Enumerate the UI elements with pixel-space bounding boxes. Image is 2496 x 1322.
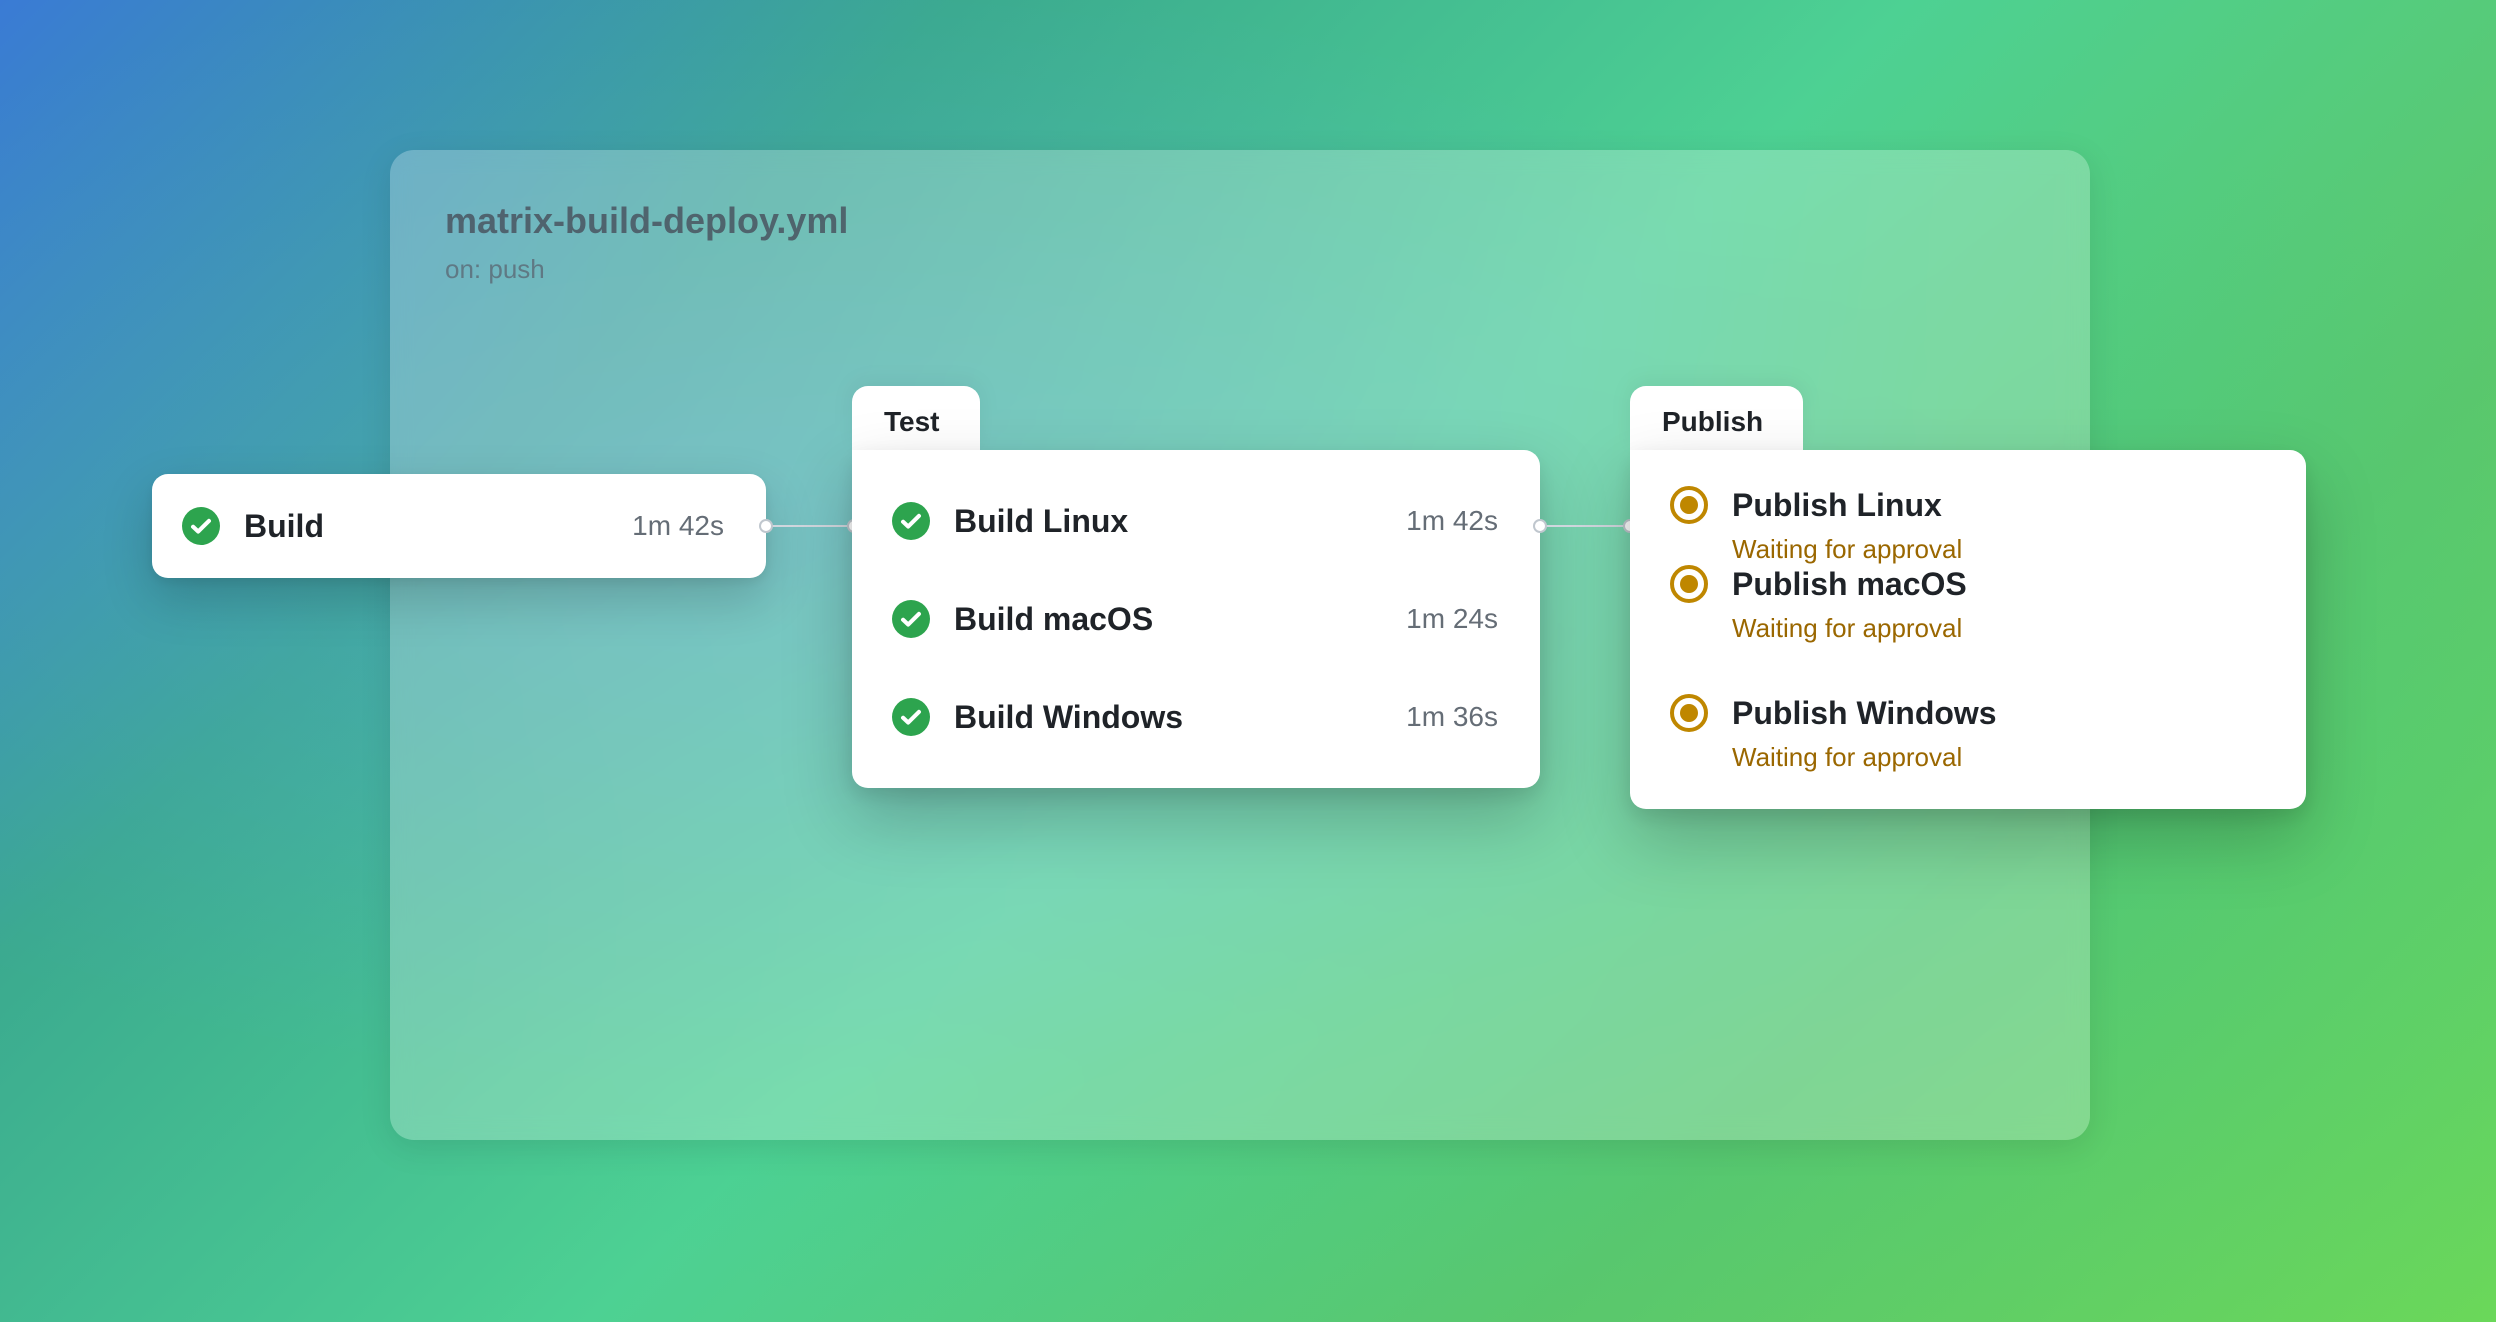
job-group-publish: Publish Publish Linux Waiting for approv… [1630,386,2306,809]
check-circle-icon [892,600,930,638]
job-name: Build macOS [954,601,1406,638]
job-status-text: Waiting for approval [1732,613,2264,644]
workflow-filename: matrix-build-deploy.yml [445,200,848,242]
check-circle-icon [892,698,930,736]
group-tab-label[interactable]: Test [852,386,980,452]
job-status-text: Waiting for approval [1732,534,2264,565]
job-duration: 1m 24s [1406,603,1498,635]
pending-icon [1670,486,1708,524]
job-duration: 1m 42s [632,510,724,542]
pending-icon [1670,565,1708,603]
job-duration: 1m 36s [1406,701,1498,733]
job-row[interactable]: Publish macOS Waiting for approval [1670,565,2264,644]
job-duration: 1m 42s [1406,505,1498,537]
job-row[interactable]: Build macOS 1m 24s [892,584,1498,654]
connector-test-to-publish [1541,525,1629,527]
check-circle-icon [182,507,220,545]
connector-build-to-test [767,525,853,527]
job-name: Build [244,508,632,545]
workflow-trigger: on: push [445,254,848,285]
job-name: Publish Windows [1732,695,2264,732]
pending-icon [1670,694,1708,732]
group-tab-label[interactable]: Publish [1630,386,1803,452]
group-body: Build Linux 1m 42s Build macOS 1m 24s Bu… [852,450,1540,788]
check-circle-icon [892,502,930,540]
job-name: Build Linux [954,503,1406,540]
workflow-header: matrix-build-deploy.yml on: push [445,200,848,285]
job-row[interactable]: Build Windows 1m 36s [892,682,1498,752]
connector-dot [1533,519,1547,533]
job-row[interactable]: Publish Windows Waiting for approval [1670,694,2264,773]
job-status-text: Waiting for approval [1732,742,2264,773]
job-name: Publish macOS [1732,566,2264,603]
connector-dot [759,519,773,533]
job-card-build[interactable]: Build 1m 42s [152,474,766,578]
job-row[interactable]: Build Linux 1m 42s [892,486,1498,556]
job-name: Publish Linux [1732,487,2264,524]
group-body: Publish Linux Waiting for approval Publi… [1630,450,2306,809]
job-group-test: Test Build Linux 1m 42s Build macOS 1m 2… [852,386,1540,788]
job-row[interactable]: Publish Linux Waiting for approval [1670,486,2264,565]
job-name: Build Windows [954,699,1406,736]
